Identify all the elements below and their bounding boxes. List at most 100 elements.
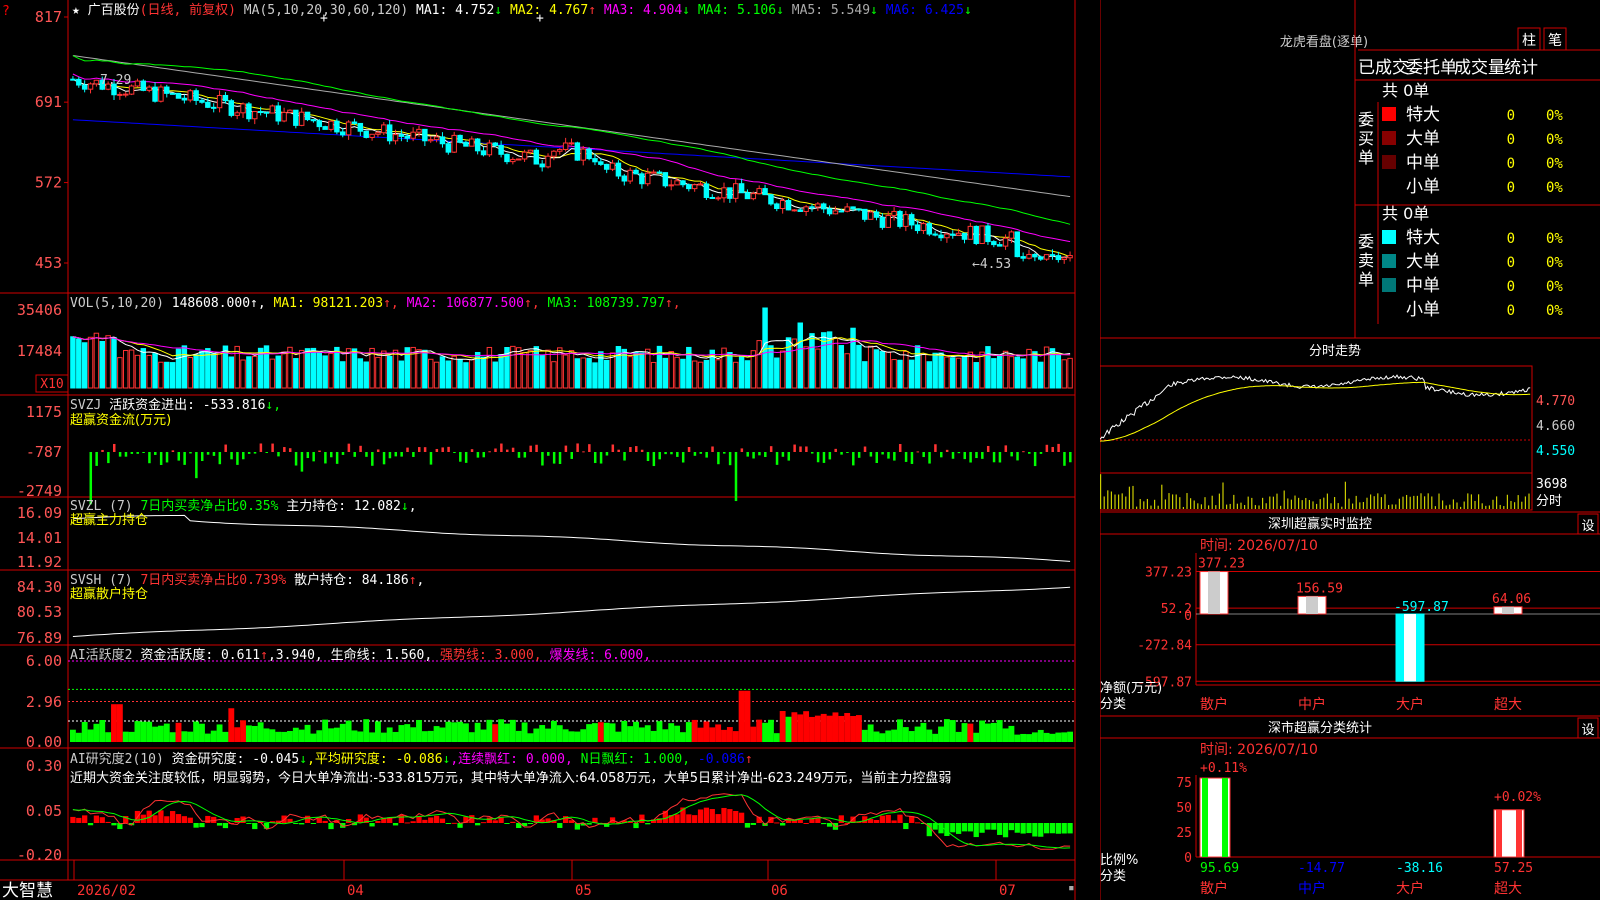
flow-bar[interactable]: [429, 452, 433, 465]
flow-bar[interactable]: [576, 443, 579, 452]
activity-bar[interactable]: [674, 725, 681, 742]
candle[interactable]: [738, 183, 745, 194]
research-bar[interactable]: [111, 823, 117, 826]
volume-bar[interactable]: [152, 353, 158, 389]
activity-bar[interactable]: [134, 721, 141, 742]
candle[interactable]: [210, 106, 217, 109]
candle[interactable]: [1061, 257, 1067, 261]
flow-bar[interactable]: [505, 449, 509, 452]
candle[interactable]: [345, 121, 352, 136]
research-bar[interactable]: [873, 819, 880, 823]
activity-bar[interactable]: [99, 720, 106, 742]
activity-bar[interactable]: [433, 726, 440, 742]
activity-bar[interactable]: [380, 732, 387, 742]
candle[interactable]: [574, 142, 581, 161]
activity-bar[interactable]: [345, 720, 352, 742]
flow-bar[interactable]: [500, 443, 503, 452]
volume-bar[interactable]: [381, 350, 387, 389]
volume-bar[interactable]: [873, 349, 880, 389]
research-bar[interactable]: [205, 815, 211, 823]
flow-bar[interactable]: [371, 452, 374, 466]
activity-bar[interactable]: [375, 721, 381, 742]
activity-bar[interactable]: [550, 720, 557, 742]
activity-bar[interactable]: [773, 733, 780, 742]
activity-bar[interactable]: [363, 719, 370, 742]
volume-bar[interactable]: [480, 356, 487, 389]
volume-bar[interactable]: [938, 352, 944, 389]
research-bar[interactable]: [1043, 823, 1050, 834]
volume-bar[interactable]: [427, 358, 434, 389]
candle[interactable]: [175, 92, 182, 99]
research-bar[interactable]: [727, 809, 733, 823]
flow-bar[interactable]: [118, 452, 122, 457]
activity-bar[interactable]: [410, 727, 417, 742]
flow-bar[interactable]: [875, 452, 879, 463]
volume-bar[interactable]: [908, 359, 915, 389]
research-bar[interactable]: [234, 818, 240, 823]
volume-bar[interactable]: [639, 352, 645, 389]
research-bar[interactable]: [1061, 823, 1067, 834]
flow-bar[interactable]: [359, 445, 362, 452]
candle[interactable]: [832, 210, 839, 215]
activity-bar[interactable]: [70, 729, 76, 742]
research-bar[interactable]: [87, 823, 94, 826]
activity-bar[interactable]: [216, 724, 223, 742]
volume-bar[interactable]: [310, 347, 317, 389]
volume-bar[interactable]: [340, 361, 346, 389]
candle[interactable]: [991, 241, 997, 246]
flow-bar[interactable]: [769, 446, 773, 452]
activity-bar[interactable]: [333, 727, 340, 742]
candle[interactable]: [862, 208, 868, 220]
candle[interactable]: [322, 126, 328, 130]
research-bar[interactable]: [815, 818, 821, 823]
volume-bar[interactable]: [727, 352, 733, 389]
research-bar[interactable]: [973, 823, 979, 838]
flow-bar[interactable]: [1016, 452, 1019, 461]
candle[interactable]: [867, 211, 874, 220]
flow-bar[interactable]: [740, 448, 744, 452]
flow-bar[interactable]: [400, 452, 403, 457]
flow-bar[interactable]: [687, 447, 691, 452]
activity-bar[interactable]: [193, 721, 200, 742]
volume-bar[interactable]: [416, 349, 422, 389]
kline-panel[interactable]: ★ 广百股份(日线, 前复权) MA(5,10,20,30,60,120) MA…: [2, 2, 1073, 272]
flow-bar[interactable]: [165, 452, 169, 463]
candle[interactable]: [744, 192, 751, 200]
flow-bar[interactable]: [787, 452, 791, 461]
candle[interactable]: [592, 158, 598, 163]
candle[interactable]: [557, 148, 563, 152]
volume-bar[interactable]: [87, 336, 94, 389]
activity-bar[interactable]: [122, 731, 129, 742]
flow-bar[interactable]: [558, 452, 562, 464]
research-bar[interactable]: [246, 823, 252, 824]
volume-bar[interactable]: [950, 357, 956, 389]
candle[interactable]: [386, 124, 393, 142]
activity-bar[interactable]: [116, 704, 123, 742]
volume-bar[interactable]: [316, 350, 323, 389]
candle[interactable]: [973, 225, 979, 244]
candle[interactable]: [310, 119, 317, 122]
flow-bar[interactable]: [101, 449, 104, 452]
volume-bar[interactable]: [592, 362, 598, 389]
flow-bar[interactable]: [840, 452, 843, 455]
research-bar[interactable]: [885, 814, 891, 823]
volume-bar[interactable]: [1067, 357, 1073, 389]
volume-bar[interactable]: [562, 354, 569, 389]
volume-bar[interactable]: [944, 356, 950, 389]
flow-bar[interactable]: [265, 452, 268, 453]
volume-bar[interactable]: [797, 322, 803, 389]
candle[interactable]: [580, 148, 586, 161]
flow-bar[interactable]: [1057, 443, 1060, 452]
flow-bar[interactable]: [376, 449, 380, 452]
candle[interactable]: [944, 233, 950, 239]
flow-bar[interactable]: [547, 452, 550, 456]
flow-bar[interactable]: [330, 452, 333, 458]
flow-bar[interactable]: [124, 452, 128, 457]
activity-bar[interactable]: [451, 722, 458, 742]
activity-bar[interactable]: [181, 731, 188, 742]
activity-bar[interactable]: [157, 725, 164, 742]
flow-bar[interactable]: [148, 452, 151, 464]
research-bar[interactable]: [175, 814, 182, 823]
candle[interactable]: [222, 95, 229, 102]
activity-bar[interactable]: [1049, 733, 1056, 742]
